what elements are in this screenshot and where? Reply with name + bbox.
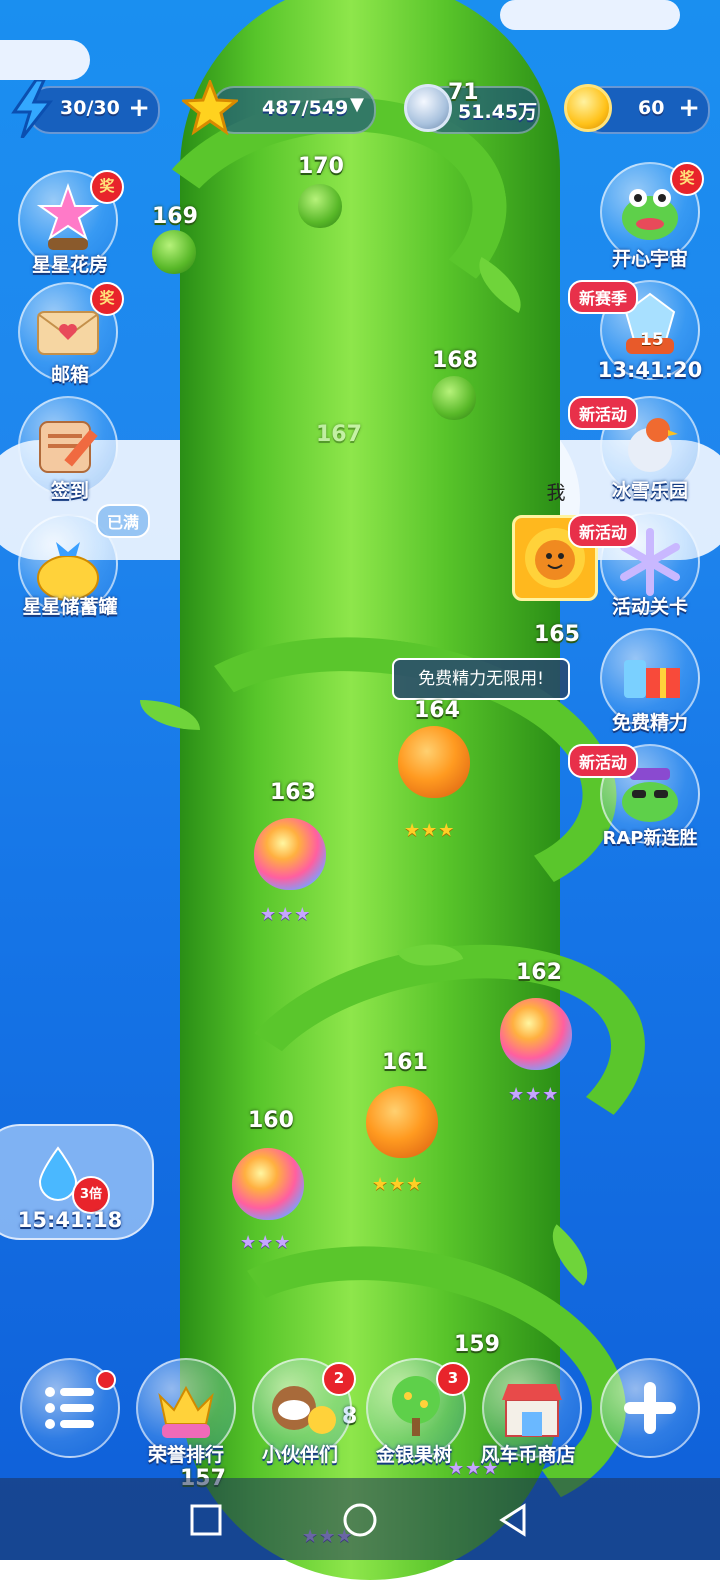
- piggy-bank-label: 星星储蓄罐: [22, 596, 118, 618]
- level-node-163[interactable]: [254, 818, 326, 890]
- cloud: [0, 40, 90, 80]
- season-number: 15: [640, 330, 664, 350]
- fruit-tree-badge: 3: [436, 1362, 470, 1396]
- circle-home-icon[interactable]: [340, 1500, 380, 1540]
- level-stars: ★★★: [508, 1084, 560, 1105]
- shop-label: 风车币商店: [480, 1444, 576, 1466]
- water-timer: 15:41:18: [17, 1208, 123, 1232]
- ice-park-tag: 新活动: [568, 396, 639, 430]
- level-stars: ★★★: [260, 904, 312, 925]
- level-number: 161: [382, 1050, 428, 1075]
- silver-coin-icon: [404, 84, 452, 132]
- level-number: 169: [152, 204, 198, 229]
- happy-universe-badge: 奖: [670, 162, 704, 196]
- flower-house-badge: 奖: [90, 170, 124, 204]
- level-number: 168: [432, 348, 478, 373]
- level-number: 159: [454, 1332, 500, 1357]
- level-stars: ★★★: [240, 1232, 292, 1253]
- partners-badge: 2: [322, 1362, 356, 1396]
- chevron-down-icon[interactable]: ▼: [350, 94, 364, 115]
- happy-universe-label: 开心宇宙: [611, 248, 688, 270]
- menu-notification-dot: [96, 1370, 116, 1390]
- mailbox-badge: 奖: [90, 282, 124, 316]
- tooltip-text: 免费精力无限用!: [418, 669, 544, 689]
- level-stars: ★★★: [404, 820, 456, 841]
- level-node-169[interactable]: [152, 230, 196, 274]
- add-button[interactable]: [600, 1358, 700, 1458]
- resource-bar: 30/30 + 487/549 ▼ 51.45万 60 +: [0, 77, 720, 139]
- level-number: 165: [534, 622, 580, 647]
- mailbox-label: 邮箱: [50, 364, 89, 386]
- flower-house-label: 星星花房: [31, 254, 108, 276]
- level-stars: ★★★: [372, 1174, 424, 1195]
- level-node-164[interactable]: [398, 726, 470, 798]
- stars-value: 487/549: [262, 97, 349, 119]
- energy-plus-button[interactable]: +: [128, 92, 150, 124]
- checkin-label: 签到: [50, 480, 89, 502]
- free-energy-label: 免费精力: [611, 712, 688, 734]
- new-season-tag: 新赛季: [568, 280, 639, 314]
- season-timer: 13:41:20: [597, 358, 703, 382]
- gold-value: 60: [638, 97, 665, 119]
- event-level-label: 活动关卡: [611, 596, 688, 618]
- rap-streak-label: RAP新连胜: [602, 828, 698, 849]
- piggy-bank-full-badge: 已满: [96, 504, 151, 538]
- level-node-170[interactable]: [298, 184, 342, 228]
- cloud: [500, 0, 680, 30]
- level-node-162[interactable]: [500, 998, 572, 1070]
- system-nav-bar: [0, 1478, 720, 1560]
- level-number: 162: [516, 960, 562, 985]
- level-node-160[interactable]: [232, 1148, 304, 1220]
- energy-value: 30/30: [60, 97, 120, 119]
- free-energy-tooltip: 免费精力无限用!: [392, 658, 570, 700]
- level-node-168[interactable]: [432, 376, 476, 420]
- level-number: 71: [448, 80, 479, 105]
- rap-streak-tag: 新活动: [568, 744, 639, 778]
- square-recent-icon[interactable]: [186, 1500, 226, 1540]
- level-number: 167: [316, 422, 362, 447]
- gold-plus-button[interactable]: +: [678, 92, 700, 124]
- plus-icon: [624, 1382, 676, 1434]
- triangle-back-icon[interactable]: [494, 1500, 534, 1540]
- level-number: 163: [270, 780, 316, 805]
- star-icon: [179, 77, 241, 136]
- gold-coin-icon: [564, 84, 612, 132]
- level-number: 160: [248, 1108, 294, 1133]
- level-number: 170: [298, 154, 344, 179]
- level-number: 164: [414, 698, 460, 723]
- player-event-tag: 新活动: [568, 514, 639, 548]
- lightning-icon: [10, 78, 54, 139]
- player-me-label: 我: [546, 482, 566, 504]
- level-node-161[interactable]: [366, 1086, 438, 1158]
